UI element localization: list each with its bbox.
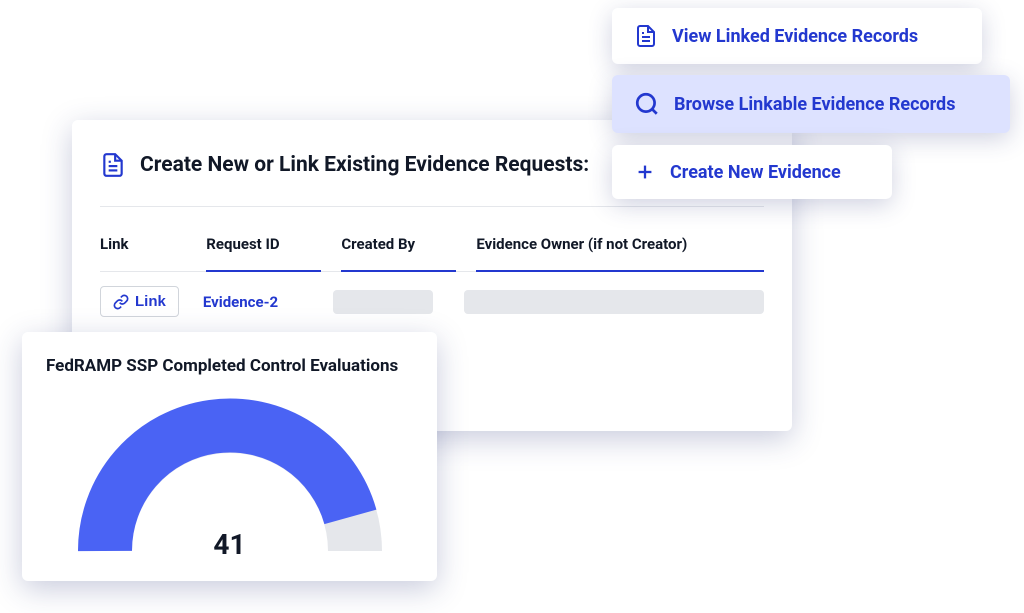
- column-header-request-id[interactable]: Request ID: [206, 235, 321, 261]
- request-id-value[interactable]: Evidence-2: [203, 293, 314, 311]
- view-linked-evidence-button[interactable]: View Linked Evidence Records: [612, 8, 982, 64]
- gauge-panel: FedRAMP SSP Completed Control Evaluation…: [22, 332, 437, 581]
- panel-title: Create New or Link Existing Evidence Req…: [140, 153, 589, 177]
- link-cell: Link: [100, 286, 183, 317]
- browse-linkable-evidence-button[interactable]: Browse Linkable Evidence Records: [612, 75, 1010, 133]
- link-icon: [113, 294, 129, 310]
- created-by-cell: [333, 290, 444, 314]
- evidence-owner-cell: [464, 290, 764, 314]
- link-button[interactable]: Link: [100, 286, 179, 317]
- column-header-evidence-owner[interactable]: Evidence Owner (if not Creator): [476, 235, 764, 261]
- create-new-evidence-button[interactable]: Create New Evidence: [612, 145, 892, 199]
- table-header-row: Link Request ID Created By Evidence Owne…: [100, 225, 764, 272]
- gauge-chart: 41: [46, 396, 413, 561]
- plus-icon: [634, 161, 656, 183]
- document-icon: [634, 24, 658, 48]
- menu-item-label: Create New Evidence: [670, 162, 841, 183]
- menu-item-label: Browse Linkable Evidence Records: [674, 94, 955, 115]
- table-row: Link Evidence-2: [100, 272, 764, 331]
- created-by-placeholder: [333, 290, 433, 314]
- evidence-table: Link Request ID Created By Evidence Owne…: [100, 225, 764, 331]
- gauge-title: FedRAMP SSP Completed Control Evaluation…: [46, 356, 413, 376]
- column-header-link: Link: [100, 235, 186, 261]
- document-icon: [100, 152, 126, 178]
- gauge-value: 41: [213, 528, 245, 561]
- search-icon: [634, 91, 660, 117]
- link-button-label: Link: [135, 293, 166, 310]
- column-header-created-by[interactable]: Created By: [341, 235, 456, 261]
- menu-item-label: View Linked Evidence Records: [672, 26, 918, 47]
- evidence-owner-placeholder: [464, 290, 764, 314]
